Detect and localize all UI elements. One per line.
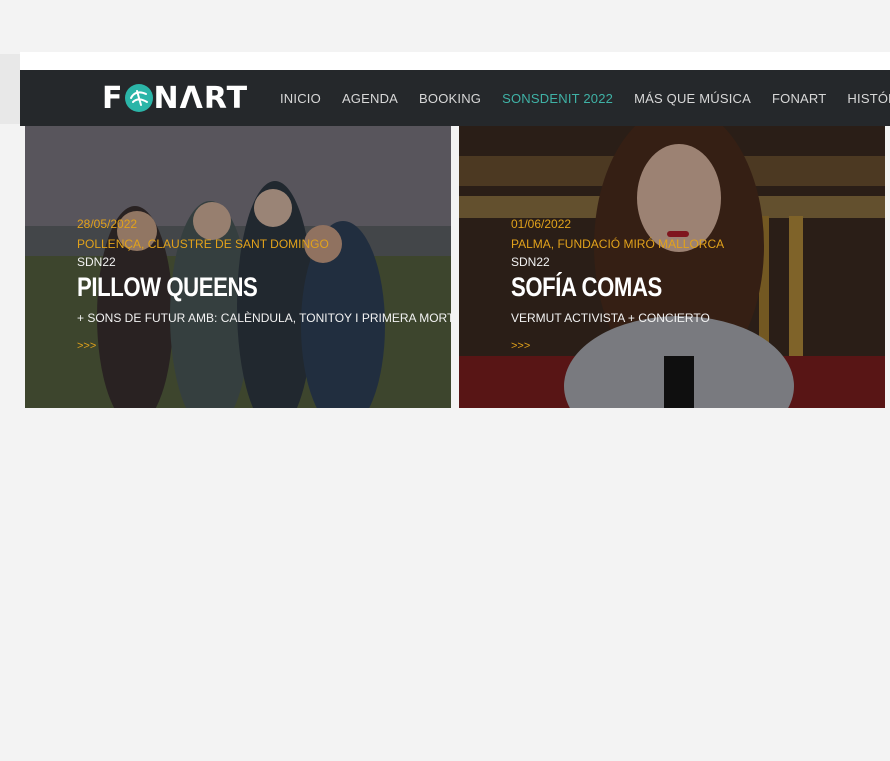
logo-text-right: NɅRT (153, 80, 249, 116)
event-more-link[interactable]: >>> (511, 339, 881, 353)
nav-item-booking[interactable]: BOOKING (419, 91, 481, 106)
event-date: 01/06/2022 (511, 217, 572, 231)
event-card-sofia-comas[interactable]: 01/06/2022 PALMA, FUNDACIÓ MIRÓ MALLORCA… (459, 126, 885, 408)
nav-item-mas-que-musica[interactable]: MÁS QUE MÚSICA (634, 91, 751, 106)
nav-item-historic[interactable]: HISTÓRIC (847, 91, 890, 106)
event-title: PILLOW QUEENS (77, 272, 258, 302)
event-subtitle: + SONS DE FUTUR AMB: CALÈNDULA, TONITOY … (77, 311, 451, 325)
event-info: 28/05/2022 POLLENÇA, CLAUSTRE DE SANT DO… (77, 214, 451, 353)
nav-item-agenda[interactable]: AGENDA (342, 91, 398, 106)
top-strip (20, 52, 890, 70)
nav-item-inicio[interactable]: INICIO (280, 91, 321, 106)
navbar: F NɅRT INICIO AGENDA BOOKING SONSDENIT 2… (20, 70, 890, 126)
event-subtitle: VERMUT ACTIVISTA + CONCIERTO (511, 311, 710, 325)
event-cards: 28/05/2022 POLLENÇA, CLAUSTRE DE SANT DO… (25, 126, 885, 408)
page-edge-tab (0, 54, 20, 124)
logo-text-left: F (102, 80, 124, 116)
event-tag: SDN22 (511, 255, 550, 269)
nav-item-sonsdenit-2022[interactable]: SONSDENIT 2022 (502, 91, 613, 106)
event-title: SOFÍA COMAS (511, 272, 662, 302)
main-nav: INICIO AGENDA BOOKING SONSDENIT 2022 MÁS… (280, 70, 890, 126)
event-info: 01/06/2022 PALMA, FUNDACIÓ MIRÓ MALLORCA… (511, 214, 881, 353)
event-venue: PALMA, FUNDACIÓ MIRÓ MALLORCA (511, 237, 725, 251)
event-more-link[interactable]: >>> (77, 339, 447, 353)
nav-item-fonart[interactable]: FONART (772, 91, 826, 106)
fonart-logo[interactable]: F NɅRT (102, 80, 249, 116)
event-date: 28/05/2022 (77, 217, 138, 231)
event-card-pillow-queens[interactable]: 28/05/2022 POLLENÇA, CLAUSTRE DE SANT DO… (25, 126, 451, 408)
logo-mark-icon (124, 84, 153, 112)
event-tag: SDN22 (77, 255, 116, 269)
event-venue: POLLENÇA, CLAUSTRE DE SANT DOMINGO (77, 237, 329, 251)
